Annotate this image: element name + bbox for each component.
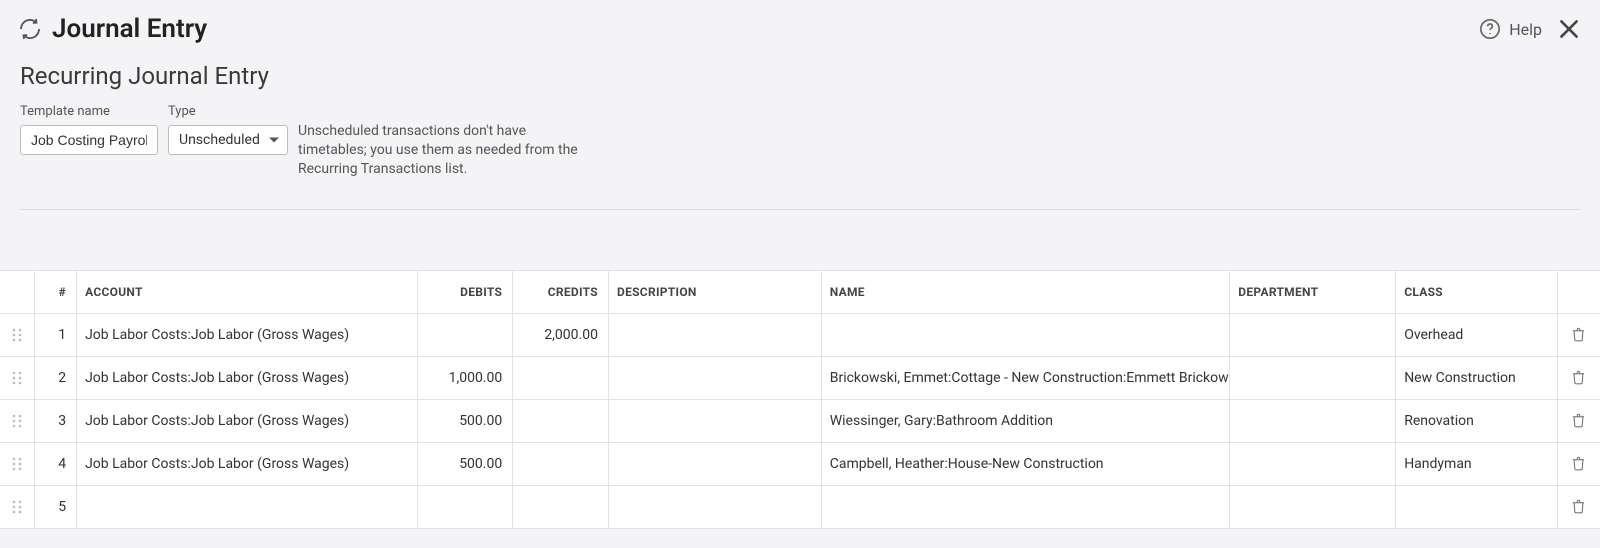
table-row[interactable]: 4Job Labor Costs:Job Labor (Gross Wages)… (0, 442, 1600, 485)
delete-row-button[interactable] (1571, 456, 1586, 472)
recurring-form-header: Recurring Journal Entry Template name Ty… (0, 52, 1600, 209)
drag-handle-icon[interactable] (11, 370, 23, 386)
recurring-icon (18, 17, 42, 41)
delete-row-button[interactable] (1571, 370, 1586, 386)
cell-class[interactable]: Handyman (1396, 442, 1558, 485)
drag-handle-icon[interactable] (11, 327, 23, 343)
cell-class[interactable]: Overhead (1396, 313, 1558, 356)
cell-credits[interactable] (513, 399, 609, 442)
drag-handle-icon[interactable] (11, 456, 23, 472)
cell-number: 2 (34, 356, 77, 399)
cell-description[interactable] (608, 313, 821, 356)
col-department: DEPARTMENT (1230, 270, 1396, 313)
cell-class[interactable] (1396, 485, 1558, 528)
col-name: NAME (821, 270, 1230, 313)
table-row[interactable]: 3Job Labor Costs:Job Labor (Gross Wages)… (0, 399, 1600, 442)
journal-lines-table: # ACCOUNT DEBITS CREDITS DESCRIPTION NAM… (0, 270, 1600, 529)
type-select[interactable]: Unscheduled (168, 125, 288, 155)
type-label: Type (168, 104, 288, 119)
help-icon (1479, 18, 1501, 40)
col-drag (0, 270, 34, 313)
table-row[interactable]: 1Job Labor Costs:Job Labor (Gross Wages)… (0, 313, 1600, 356)
cell-number: 3 (34, 399, 77, 442)
col-delete (1557, 270, 1600, 313)
help-button[interactable]: Help (1479, 18, 1542, 40)
cell-account[interactable]: Job Labor Costs:Job Labor (Gross Wages) (77, 399, 417, 442)
form-subtitle: Recurring Journal Entry (20, 62, 1580, 90)
delete-row-button[interactable] (1571, 499, 1586, 515)
close-button[interactable] (1556, 16, 1582, 42)
cell-debits[interactable]: 500.00 (417, 399, 513, 442)
window-titlebar: Journal Entry Help (0, 0, 1600, 52)
type-hint-text: Unscheduled transactions don't have time… (298, 122, 598, 179)
cell-account[interactable] (77, 485, 417, 528)
cell-department[interactable] (1230, 399, 1396, 442)
cell-name[interactable] (821, 485, 1230, 528)
col-class: CLASS (1396, 270, 1558, 313)
col-description: DESCRIPTION (608, 270, 821, 313)
table-row[interactable]: 2Job Labor Costs:Job Labor (Gross Wages)… (0, 356, 1600, 399)
cell-debits[interactable] (417, 313, 513, 356)
col-debits: DEBITS (417, 270, 513, 313)
cell-credits[interactable]: 2,000.00 (513, 313, 609, 356)
type-select-value: Unscheduled (179, 132, 260, 148)
cell-debits[interactable] (417, 485, 513, 528)
section-divider (20, 209, 1580, 210)
cell-name[interactable]: Brickowski, Emmet:Cottage - New Construc… (821, 356, 1230, 399)
cell-name[interactable]: Wiessinger, Gary:Bathroom Addition (821, 399, 1230, 442)
cell-name[interactable]: Campbell, Heather:House-New Construction (821, 442, 1230, 485)
template-name-input[interactable] (20, 125, 158, 155)
cell-number: 4 (34, 442, 77, 485)
delete-row-button[interactable] (1571, 327, 1586, 343)
cell-credits[interactable] (513, 356, 609, 399)
drag-handle-icon[interactable] (11, 499, 23, 515)
cell-number: 5 (34, 485, 77, 528)
col-account: ACCOUNT (77, 270, 417, 313)
cell-class[interactable]: Renovation (1396, 399, 1558, 442)
table-row[interactable]: 5 (0, 485, 1600, 528)
cell-number: 1 (34, 313, 77, 356)
cell-department[interactable] (1230, 485, 1396, 528)
cell-name[interactable] (821, 313, 1230, 356)
cell-description[interactable] (608, 399, 821, 442)
cell-description[interactable] (608, 356, 821, 399)
cell-department[interactable] (1230, 313, 1396, 356)
table-header-row: # ACCOUNT DEBITS CREDITS DESCRIPTION NAM… (0, 270, 1600, 313)
drag-handle-icon[interactable] (11, 413, 23, 429)
template-name-label: Template name (20, 104, 158, 119)
cell-description[interactable] (608, 485, 821, 528)
cell-account[interactable]: Job Labor Costs:Job Labor (Gross Wages) (77, 442, 417, 485)
cell-department[interactable] (1230, 442, 1396, 485)
cell-description[interactable] (608, 442, 821, 485)
help-label: Help (1509, 20, 1542, 39)
cell-account[interactable]: Job Labor Costs:Job Labor (Gross Wages) (77, 356, 417, 399)
col-credits: CREDITS (513, 270, 609, 313)
col-number: # (34, 270, 77, 313)
page-title: Journal Entry (52, 14, 207, 44)
cell-credits[interactable] (513, 442, 609, 485)
cell-account[interactable]: Job Labor Costs:Job Labor (Gross Wages) (77, 313, 417, 356)
cell-credits[interactable] (513, 485, 609, 528)
chevron-down-icon (269, 138, 279, 143)
cell-debits[interactable]: 1,000.00 (417, 356, 513, 399)
cell-class[interactable]: New Construction (1396, 356, 1558, 399)
delete-row-button[interactable] (1571, 413, 1586, 429)
cell-department[interactable] (1230, 356, 1396, 399)
cell-debits[interactable]: 500.00 (417, 442, 513, 485)
